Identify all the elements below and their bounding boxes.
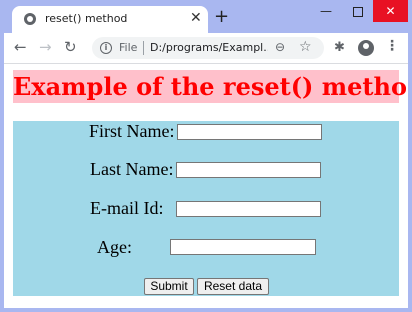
kebab-menu-icon[interactable]: ⋮: [385, 38, 399, 54]
first-name-label: First Name:: [89, 121, 175, 141]
page-heading: Example of the reset() method: [13, 70, 408, 103]
user-form: First Name: Last Name: E-mail Id: Age: S…: [13, 121, 399, 296]
submit-button[interactable]: Submit: [144, 278, 194, 295]
url-text[interactable]: D:/programs/Exampl...: [150, 41, 268, 54]
close-icon[interactable]: ✕: [190, 10, 202, 26]
file-label: File: [119, 41, 138, 54]
bookmark-star-icon[interactable]: ☆: [299, 39, 312, 55]
forward-arrow-icon[interactable]: →: [39, 39, 52, 55]
email-input[interactable]: [176, 201, 321, 217]
globe-icon: [24, 13, 36, 25]
back-arrow-icon[interactable]: ←: [14, 39, 27, 55]
page-content: Example of the reset() method First Name…: [4, 64, 408, 308]
extensions-puzzle-icon[interactable]: ✱: [334, 40, 345, 56]
age-input[interactable]: [170, 239, 316, 255]
browser-toolbar: ← → ↻ i File D:/programs/Exampl... ⊖ ☆ ✱…: [4, 33, 408, 64]
address-separator: [143, 41, 144, 55]
last-name-label: Last Name:: [90, 159, 174, 179]
reset-data-button[interactable]: Reset data: [197, 278, 269, 295]
tab-title: reset() method: [45, 12, 128, 25]
last-name-input[interactable]: [176, 162, 321, 178]
address-bar[interactable]: i File D:/programs/Exampl... ⊖ ☆: [92, 37, 324, 59]
age-label: Age:: [97, 237, 132, 257]
profile-avatar-icon[interactable]: [358, 40, 374, 56]
email-label: E-mail Id:: [90, 198, 164, 218]
minimize-button[interactable]: —: [310, 0, 342, 22]
maximize-icon: [353, 6, 363, 17]
maximize-button[interactable]: [342, 0, 374, 22]
window-close-button[interactable]: ✕: [373, 0, 408, 22]
tab-strip: reset() method ✕ + — ✕: [4, 0, 408, 33]
reload-icon[interactable]: ↻: [64, 39, 77, 55]
browser-window: reset() method ✕ + — ✕ ← → ↻ i File D:/p…: [4, 0, 408, 308]
zoom-icon[interactable]: ⊖: [275, 40, 285, 54]
new-tab-button[interactable]: +: [214, 6, 229, 27]
tab-reset-method[interactable]: reset() method ✕: [12, 6, 208, 33]
info-icon[interactable]: i: [100, 42, 112, 54]
first-name-input[interactable]: [177, 124, 322, 140]
